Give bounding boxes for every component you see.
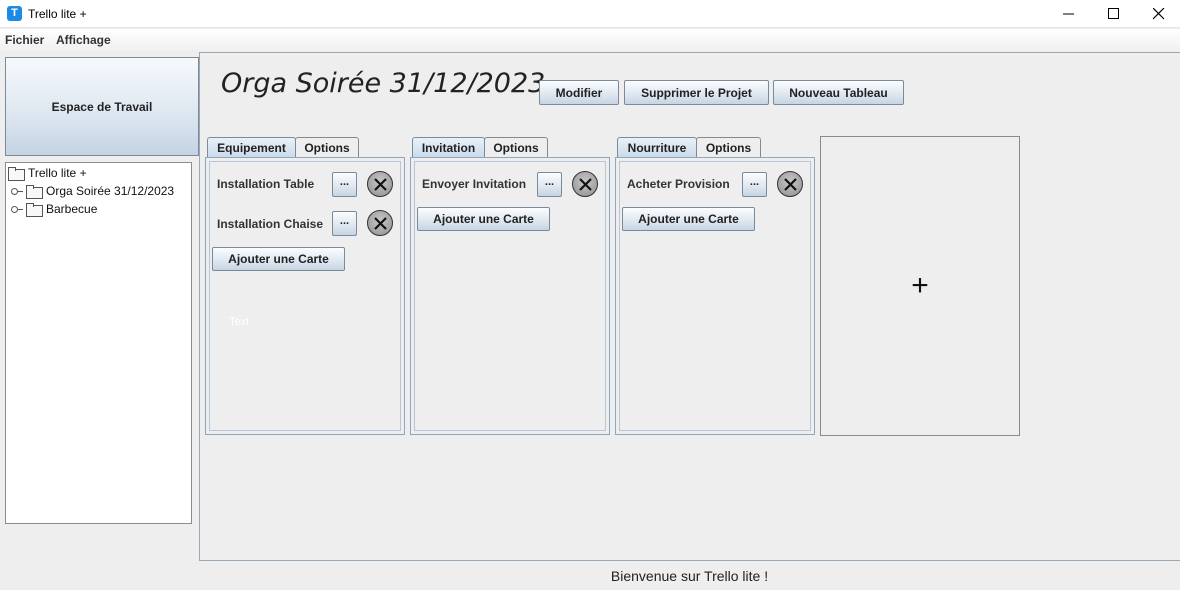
tree-item-label: Orga Soirée 31/12/2023 bbox=[46, 184, 175, 198]
board-inner bbox=[209, 161, 401, 431]
ghost-text-label: Text bbox=[229, 316, 250, 328]
app-icon: T bbox=[7, 6, 22, 21]
delete-card-icon[interactable] bbox=[367, 171, 393, 197]
menu-bar: Fichier Affichage bbox=[0, 29, 1180, 51]
menu-fichier[interactable]: Fichier bbox=[5, 33, 44, 47]
close-button[interactable] bbox=[1136, 0, 1180, 28]
delete-project-button[interactable]: Supprimer le Projet bbox=[624, 80, 769, 105]
add-card-button[interactable]: Ajouter une Carte bbox=[212, 247, 345, 271]
card-more-button[interactable]: ... bbox=[537, 172, 562, 197]
card-label: Envoyer Invitation bbox=[422, 177, 527, 191]
window-title: Trello lite + bbox=[28, 7, 87, 21]
tree-root-label: Trello lite + bbox=[28, 166, 87, 180]
delete-card-icon[interactable] bbox=[777, 171, 803, 197]
tree-item-label: Barbecue bbox=[46, 202, 98, 216]
close-icon bbox=[1153, 8, 1165, 20]
tab-nourriture[interactable]: Nourriture bbox=[617, 137, 697, 158]
tree-root[interactable]: Trello lite + bbox=[8, 165, 87, 181]
folder-icon bbox=[8, 167, 25, 181]
add-card-button[interactable]: Ajouter une Carte bbox=[622, 207, 755, 231]
card-more-button[interactable]: ... bbox=[742, 172, 767, 197]
tree-item-barbecue[interactable]: Barbecue bbox=[10, 201, 97, 217]
maximize-icon bbox=[1108, 8, 1119, 19]
tree-expand-handle-icon[interactable] bbox=[10, 203, 24, 215]
tab-options[interactable]: Options bbox=[484, 137, 548, 158]
edit-project-button[interactable]: Modifier bbox=[539, 80, 619, 105]
card-more-button[interactable]: ... bbox=[332, 172, 357, 197]
folder-icon bbox=[26, 203, 43, 217]
minimize-button[interactable] bbox=[1046, 0, 1092, 28]
maximize-button[interactable] bbox=[1091, 0, 1137, 28]
card-label: Installation Table bbox=[217, 177, 315, 191]
board-nourriture bbox=[615, 157, 815, 435]
window-titlebar: T Trello lite + bbox=[0, 0, 1180, 28]
board-invitation bbox=[410, 157, 610, 435]
board-inner bbox=[619, 161, 811, 431]
add-card-button[interactable]: Ajouter une Carte bbox=[417, 207, 550, 231]
tree-item-orga-soiree[interactable]: Orga Soirée 31/12/2023 bbox=[10, 183, 174, 199]
board-equipement bbox=[205, 157, 405, 435]
plus-icon[interactable]: + bbox=[821, 137, 1019, 435]
menu-affichage[interactable]: Affichage bbox=[56, 33, 111, 47]
add-board-panel[interactable]: + bbox=[820, 136, 1020, 436]
minimize-icon bbox=[1063, 13, 1074, 15]
tab-equipement[interactable]: Equipement bbox=[207, 137, 296, 158]
status-message: Bienvenue sur Trello lite ! bbox=[610, 568, 769, 584]
tab-options[interactable]: Options bbox=[696, 137, 761, 158]
delete-card-icon[interactable] bbox=[367, 210, 393, 236]
new-board-button[interactable]: Nouveau Tableau bbox=[773, 80, 904, 105]
workspace-button[interactable]: Espace de Travail bbox=[5, 57, 199, 156]
board-inner bbox=[414, 161, 606, 431]
folder-icon bbox=[26, 185, 43, 199]
project-title: Orga Soirée 31/12/2023 bbox=[221, 68, 546, 99]
tab-options[interactable]: Options bbox=[295, 137, 359, 158]
tree-expand-handle-icon[interactable] bbox=[10, 185, 24, 197]
delete-card-icon[interactable] bbox=[572, 171, 598, 197]
project-tree[interactable]: Trello lite + Orga Soirée 31/12/2023 Bar… bbox=[5, 162, 192, 524]
card-label: Installation Chaise bbox=[217, 217, 324, 231]
card-label: Acheter Provision bbox=[627, 177, 730, 191]
tab-invitation[interactable]: Invitation bbox=[412, 137, 485, 158]
card-more-button[interactable]: ... bbox=[332, 211, 357, 236]
